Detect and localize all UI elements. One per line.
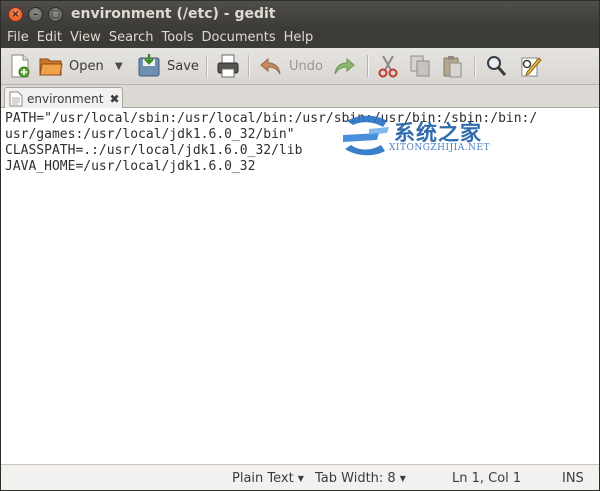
- new-document-button[interactable]: [9, 53, 31, 79]
- watermark-subtext: XITONGZHIJIA.NET: [389, 143, 491, 153]
- undo-label: Undo: [289, 58, 323, 74]
- menu-view[interactable]: View: [66, 28, 105, 48]
- language-selector[interactable]: Plain Text ▼: [232, 471, 304, 486]
- toolbar-separator: [367, 55, 368, 77]
- insert-mode: INS: [562, 471, 584, 486]
- redo-button[interactable]: [332, 53, 356, 79]
- close-icon: ×: [11, 8, 20, 20]
- copy-button[interactable]: [409, 53, 431, 79]
- document-text: PATH="/usr/local/sbin:/usr/local/bin:/us…: [1, 108, 599, 175]
- menu-bar: File Edit View Search Tools Documents He…: [1, 28, 599, 48]
- tab-environment[interactable]: environment ✖: [4, 87, 123, 109]
- text-line: JAVA_HOME=/usr/local/jdk1.6.0_32: [5, 159, 256, 174]
- tab-bar: environment ✖: [1, 85, 599, 109]
- chevron-down-icon: ▼: [297, 474, 304, 483]
- menu-edit[interactable]: Edit: [33, 28, 66, 48]
- close-window-button[interactable]: ×: [8, 7, 23, 22]
- tab-label: environment: [27, 91, 104, 106]
- tab-width-label: Tab Width: 8: [315, 471, 396, 486]
- text-line: PATH="/usr/local/sbin:/usr/local/bin:/us…: [5, 111, 538, 126]
- undo-icon: [260, 57, 281, 75]
- maximize-icon: □: [50, 8, 61, 20]
- cut-button[interactable]: [377, 53, 399, 79]
- open-button[interactable]: Open: [39, 53, 104, 79]
- text-line: usr/games:/usr/local/jdk1.6.0_32/bin": [5, 127, 295, 142]
- redo-icon: [334, 57, 355, 75]
- toolbar-separator: [248, 55, 249, 77]
- toolbar-separator: [206, 55, 207, 77]
- new-document-icon: [11, 54, 30, 78]
- status-bar: Plain Text ▼ Tab Width: 8 ▼ Ln 1, Col 1 …: [1, 464, 599, 490]
- close-tab-icon[interactable]: ✖: [109, 92, 119, 106]
- toolbar: Open ▼ Save Undo: [1, 48, 599, 85]
- maximize-window-button[interactable]: □: [48, 7, 63, 22]
- find-replace-icon: [521, 57, 542, 77]
- text-line: CLASSPATH=.:/usr/local/jdk1.6.0_32/lib: [5, 143, 303, 158]
- save-label: Save: [167, 58, 199, 74]
- gedit-window: × – □ environment (/etc) - gedit File Ed…: [0, 0, 600, 491]
- copy-icon: [410, 55, 430, 77]
- save-icon: [138, 54, 160, 77]
- watermark-logo: 系统之家 XITONGZHIJIA.NET: [339, 113, 509, 163]
- cursor-position: Ln 1, Col 1: [452, 471, 522, 486]
- chevron-down-icon: ▼: [399, 474, 406, 483]
- print-button[interactable]: [216, 53, 240, 79]
- paste-button[interactable]: [441, 53, 463, 79]
- open-label: Open: [69, 58, 104, 74]
- undo-button[interactable]: Undo: [259, 53, 323, 79]
- save-button[interactable]: Save: [137, 53, 199, 79]
- menu-tools[interactable]: Tools: [157, 28, 197, 48]
- find-button[interactable]: [485, 53, 507, 79]
- toolbar-separator: [474, 55, 475, 77]
- printer-icon: [217, 54, 239, 78]
- title-bar[interactable]: × – □ environment (/etc) - gedit: [1, 1, 599, 28]
- menu-documents[interactable]: Documents: [198, 28, 280, 48]
- menu-help[interactable]: Help: [280, 28, 318, 48]
- language-label: Plain Text: [232, 471, 294, 486]
- search-icon: [487, 56, 507, 76]
- text-editor[interactable]: PATH="/usr/local/sbin:/usr/local/bin:/us…: [1, 108, 599, 464]
- chevron-down-icon: ▼: [115, 60, 123, 72]
- text-file-icon: [9, 91, 23, 106]
- paste-icon: [443, 56, 462, 78]
- folder-icon: [39, 58, 63, 76]
- tab-width-selector[interactable]: Tab Width: 8 ▼: [315, 471, 406, 486]
- scissors-icon: [378, 55, 398, 78]
- open-recent-dropdown[interactable]: ▼: [115, 53, 123, 79]
- window-title: environment (/etc) - gedit: [71, 6, 276, 22]
- find-replace-button[interactable]: [519, 53, 543, 79]
- menu-search[interactable]: Search: [105, 28, 158, 48]
- minimize-icon: –: [33, 8, 38, 20]
- watermark-e-icon: [343, 115, 389, 156]
- menu-file[interactable]: File: [3, 28, 33, 48]
- minimize-window-button[interactable]: –: [28, 7, 43, 22]
